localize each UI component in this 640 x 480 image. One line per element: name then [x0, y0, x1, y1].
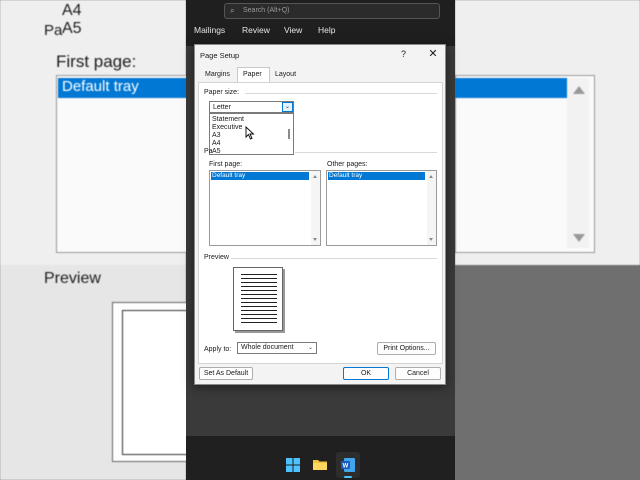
paper-size-select[interactable]: Letter ⌄ — [209, 101, 294, 113]
menu-mailings[interactable]: Mailings — [194, 25, 225, 35]
paper-source-label: Pa — [204, 148, 213, 155]
tab-paper[interactable]: Paper — [243, 71, 262, 78]
active-app-indicator — [344, 476, 352, 478]
bg-list-item-a5: A5 — [62, 20, 82, 37]
first-page-tray-list[interactable]: Default tray — [209, 170, 321, 246]
background-zoom-left: A4 A5 Pa First page: Default tray Previe… — [0, 0, 186, 480]
background-zoom-right — [455, 0, 640, 480]
apply-to-value: Whole document — [241, 344, 294, 351]
close-icon[interactable]: ✕ — [426, 47, 440, 60]
tab-layout[interactable]: Layout — [275, 71, 296, 78]
preview-divider — [231, 258, 437, 259]
paper-size-option[interactable]: Executive — [212, 124, 242, 131]
cancel-button[interactable]: Cancel — [395, 367, 441, 380]
apply-to-label: Apply to: — [204, 346, 232, 353]
set-as-default-button[interactable]: Set As Default — [199, 367, 253, 380]
menu-review[interactable]: Review — [242, 25, 270, 35]
word-app-icon[interactable]: W — [340, 457, 356, 473]
menu-view[interactable]: View — [284, 25, 302, 35]
apply-to-select[interactable]: Whole document ⌄ — [237, 342, 317, 354]
chevron-down-icon[interactable]: ⌄ — [282, 102, 293, 112]
other-pages-label: Other pages: — [327, 161, 368, 168]
file-explorer-icon[interactable] — [312, 457, 328, 473]
menu-help[interactable]: Help — [318, 25, 335, 35]
paper-size-label: Paper size: — [204, 89, 240, 96]
preview-label: Preview — [204, 254, 229, 261]
chevron-down-icon: ⌄ — [307, 345, 313, 351]
page-preview — [233, 267, 283, 331]
first-page-selected-tray[interactable]: Default tray — [211, 172, 309, 180]
bg-first-page-label: First page: — [56, 52, 137, 71]
search-placeholder: Search (Alt+Q) — [243, 7, 290, 14]
scroll-down-icon[interactable] — [429, 238, 433, 241]
paper-size-option[interactable]: A3 — [212, 132, 221, 139]
bg-selected-tray: Default tray — [58, 78, 186, 98]
svg-text:W: W — [343, 464, 349, 470]
ribbon-bar: ⌕ Search (Alt+Q) Mailings Review View He… — [186, 0, 455, 46]
paper-size-option[interactable]: A4 — [212, 140, 221, 147]
other-pages-selected-tray[interactable]: Default tray — [328, 172, 425, 180]
paper-size-divider — [245, 93, 437, 94]
scroll-down-icon[interactable] — [313, 238, 317, 241]
other-pages-scrollbar[interactable] — [427, 171, 436, 245]
paper-size-value: Letter — [213, 104, 231, 111]
paper-size-option[interactable]: Statement — [212, 116, 244, 123]
first-page-label: First page: — [209, 161, 243, 168]
bg-preview-label: Preview — [44, 270, 101, 287]
dialog-title: Page Setup — [200, 51, 240, 60]
scroll-up-icon[interactable] — [429, 175, 433, 178]
other-pages-tray-list[interactable]: Default tray — [326, 170, 437, 246]
tab-margins[interactable]: Margins — [205, 71, 230, 78]
print-options-button[interactable]: Print Options... — [377, 342, 436, 355]
page-setup-dialog: Page Setup ? ✕ Margins Paper Layout Pape… — [194, 44, 446, 385]
ok-button[interactable]: OK — [343, 367, 389, 380]
paper-source-divider — [295, 152, 437, 153]
mouse-cursor-icon — [245, 126, 255, 140]
help-button[interactable]: ? — [401, 49, 406, 59]
paper-size-option[interactable]: A5 — [212, 148, 221, 154]
search-icon: ⌕ — [230, 6, 235, 15]
scroll-up-icon[interactable] — [313, 175, 317, 178]
bg-cut-label: Pa — [44, 22, 63, 39]
dropdown-scrollbar[interactable] — [288, 129, 290, 139]
first-page-scrollbar[interactable] — [311, 171, 320, 245]
bg-list-item-a4: A4 — [62, 2, 82, 19]
screen: A4 A5 Pa First page: Default tray Previe… — [0, 0, 640, 480]
search-input[interactable]: ⌕ Search (Alt+Q) — [224, 3, 440, 19]
windows-start-icon[interactable] — [285, 457, 301, 473]
